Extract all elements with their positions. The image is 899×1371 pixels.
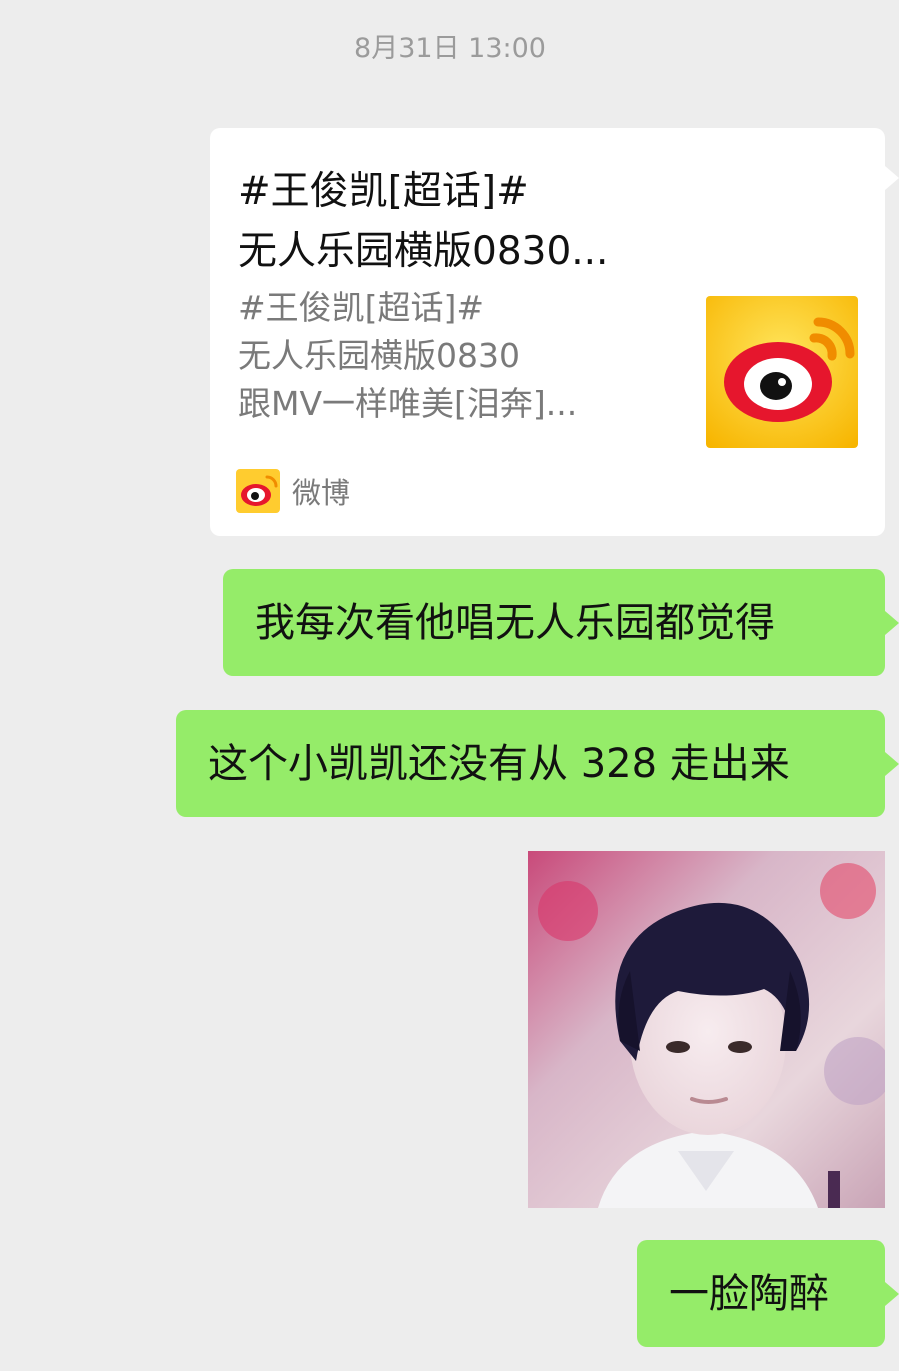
message-text: 我每次看他唱无人乐园都觉得 bbox=[255, 599, 775, 646]
source-icon bbox=[236, 469, 280, 513]
card-source-row: 微博 bbox=[236, 468, 350, 514]
photo-of-boy-portrait bbox=[528, 851, 885, 1208]
sent-message-bubble[interactable]: 一脸陶醉 bbox=[637, 1240, 899, 1347]
sent-image-message[interactable] bbox=[528, 851, 885, 1208]
weibo-logo-icon bbox=[706, 296, 858, 448]
message-text: 一脸陶醉 bbox=[669, 1270, 829, 1317]
message-text: 这个小凯凯还没有从 328 走出来 bbox=[208, 740, 790, 787]
source-label: 微博 bbox=[292, 476, 351, 510]
card-thumbnail bbox=[706, 296, 858, 448]
card-description: #王俊凯[超话]# 无人乐园横版0830 跟MV一样唯美[泪奔]... bbox=[238, 288, 578, 423]
sent-message-bubble[interactable]: 这个小凯凯还没有从 328 走出来 bbox=[176, 710, 899, 817]
sent-message-bubble[interactable]: 我每次看他唱无人乐园都觉得 bbox=[223, 569, 899, 676]
shared-weibo-card[interactable]: #王俊凯[超话]# 无人乐园横版0830... #王俊凯[超话]# 无人乐园横版… bbox=[210, 128, 899, 536]
card-title: #王俊凯[超话]# 无人乐园横版0830... bbox=[238, 169, 609, 274]
weibo-logo-icon bbox=[236, 469, 280, 513]
chat-timestamp: 8月31日 13:00 bbox=[354, 33, 546, 64]
